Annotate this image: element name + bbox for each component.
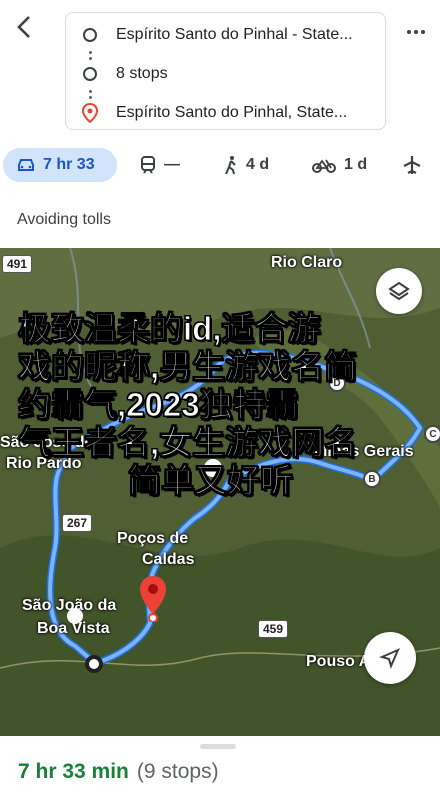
overlay-line-3: 约霸气,2023独特霸 — [18, 386, 300, 424]
map-layers-button[interactable] — [376, 268, 422, 314]
car-icon — [18, 159, 34, 171]
travel-mode-bar: 7 hr 33 — 4 d 1 d — [0, 140, 440, 192]
overlay-line-5: 简单又好听 — [128, 462, 294, 500]
stops-row[interactable]: 8 stops — [66, 58, 385, 90]
origin-label: Espírito Santo do Pinhal - State... — [116, 26, 353, 43]
overlay-line-2: 戏的昵称,男生游戏名简 — [18, 348, 358, 386]
mode-drive[interactable]: 7 hr 33 — [3, 148, 117, 182]
origin-marker[interactable] — [85, 655, 103, 673]
destination-label: Espírito Santo do Pinhal, State... — [116, 104, 348, 121]
more-options-button[interactable] — [402, 22, 430, 42]
stops-label: 8 stops — [116, 65, 168, 82]
mode-transit[interactable]: — — [140, 148, 180, 182]
destination-pin-icon — [82, 103, 98, 123]
navigation-arrow-icon — [379, 648, 400, 669]
layers-icon — [388, 281, 410, 301]
highway-shield-459: 459 — [258, 620, 289, 638]
route-stop-count: (9 stops) — [136, 760, 219, 783]
bike-icon — [312, 159, 336, 173]
train-icon — [141, 156, 155, 174]
walk-icon — [225, 156, 236, 175]
bottom-sheet[interactable]: 7 hr 33 min (9 stops) — [0, 736, 440, 796]
mode-walk[interactable]: 4 d — [224, 148, 269, 182]
map-label-caldas: Caldas — [142, 551, 195, 568]
highway-shield-267: 267 — [62, 514, 93, 532]
route-summary: 7 hr 33 min (9 stops) — [18, 760, 219, 784]
map-label-rio-claro: Rio Claro — [271, 254, 343, 271]
plane-icon — [403, 156, 421, 174]
destination-row[interactable]: Espírito Santo do Pinhal, State... — [66, 97, 385, 129]
origin-circle-icon — [83, 28, 97, 42]
waypoint-c[interactable]: C — [424, 425, 440, 443]
route-card[interactable]: Espírito Santo do Pinhal - State... 8 st… — [65, 12, 386, 130]
waypoint-start-dot[interactable] — [67, 608, 83, 624]
my-location-button[interactable] — [364, 632, 416, 684]
bike-time: 1 d — [344, 156, 368, 173]
highway-shield-491: 491 — [2, 255, 33, 273]
mode-bike[interactable]: 1 d — [312, 148, 367, 182]
map-label-pocos: Poços de — [117, 530, 189, 547]
route-duration: 7 hr 33 min — [18, 760, 129, 783]
overlay-line-4: 气王者名,女生游戏网名 — [18, 424, 358, 462]
overlay-caption: 极致温柔的id,适合游 戏的昵称,男生游戏名简 约霸气,2023独特霸 气王者名… — [18, 310, 418, 500]
overlay-line-1: 极致温柔的id,适合游 — [18, 310, 322, 348]
avoiding-tolls-notice: Avoiding tolls — [17, 211, 111, 228]
sheet-drag-handle[interactable] — [200, 744, 236, 749]
directions-header: Espírito Santo do Pinhal - State... 8 st… — [0, 0, 440, 140]
back-arrow-icon — [17, 16, 30, 38]
transit-time: — — [164, 156, 180, 173]
destination-pin-marker[interactable] — [138, 574, 168, 622]
origin-row[interactable]: Espírito Santo do Pinhal - State... — [66, 19, 385, 51]
walk-time: 4 d — [246, 156, 270, 173]
drive-time: 7 hr 33 — [43, 156, 95, 173]
back-button[interactable] — [10, 10, 38, 44]
mode-flight[interactable] — [402, 148, 422, 182]
stops-circle-icon — [83, 67, 97, 81]
